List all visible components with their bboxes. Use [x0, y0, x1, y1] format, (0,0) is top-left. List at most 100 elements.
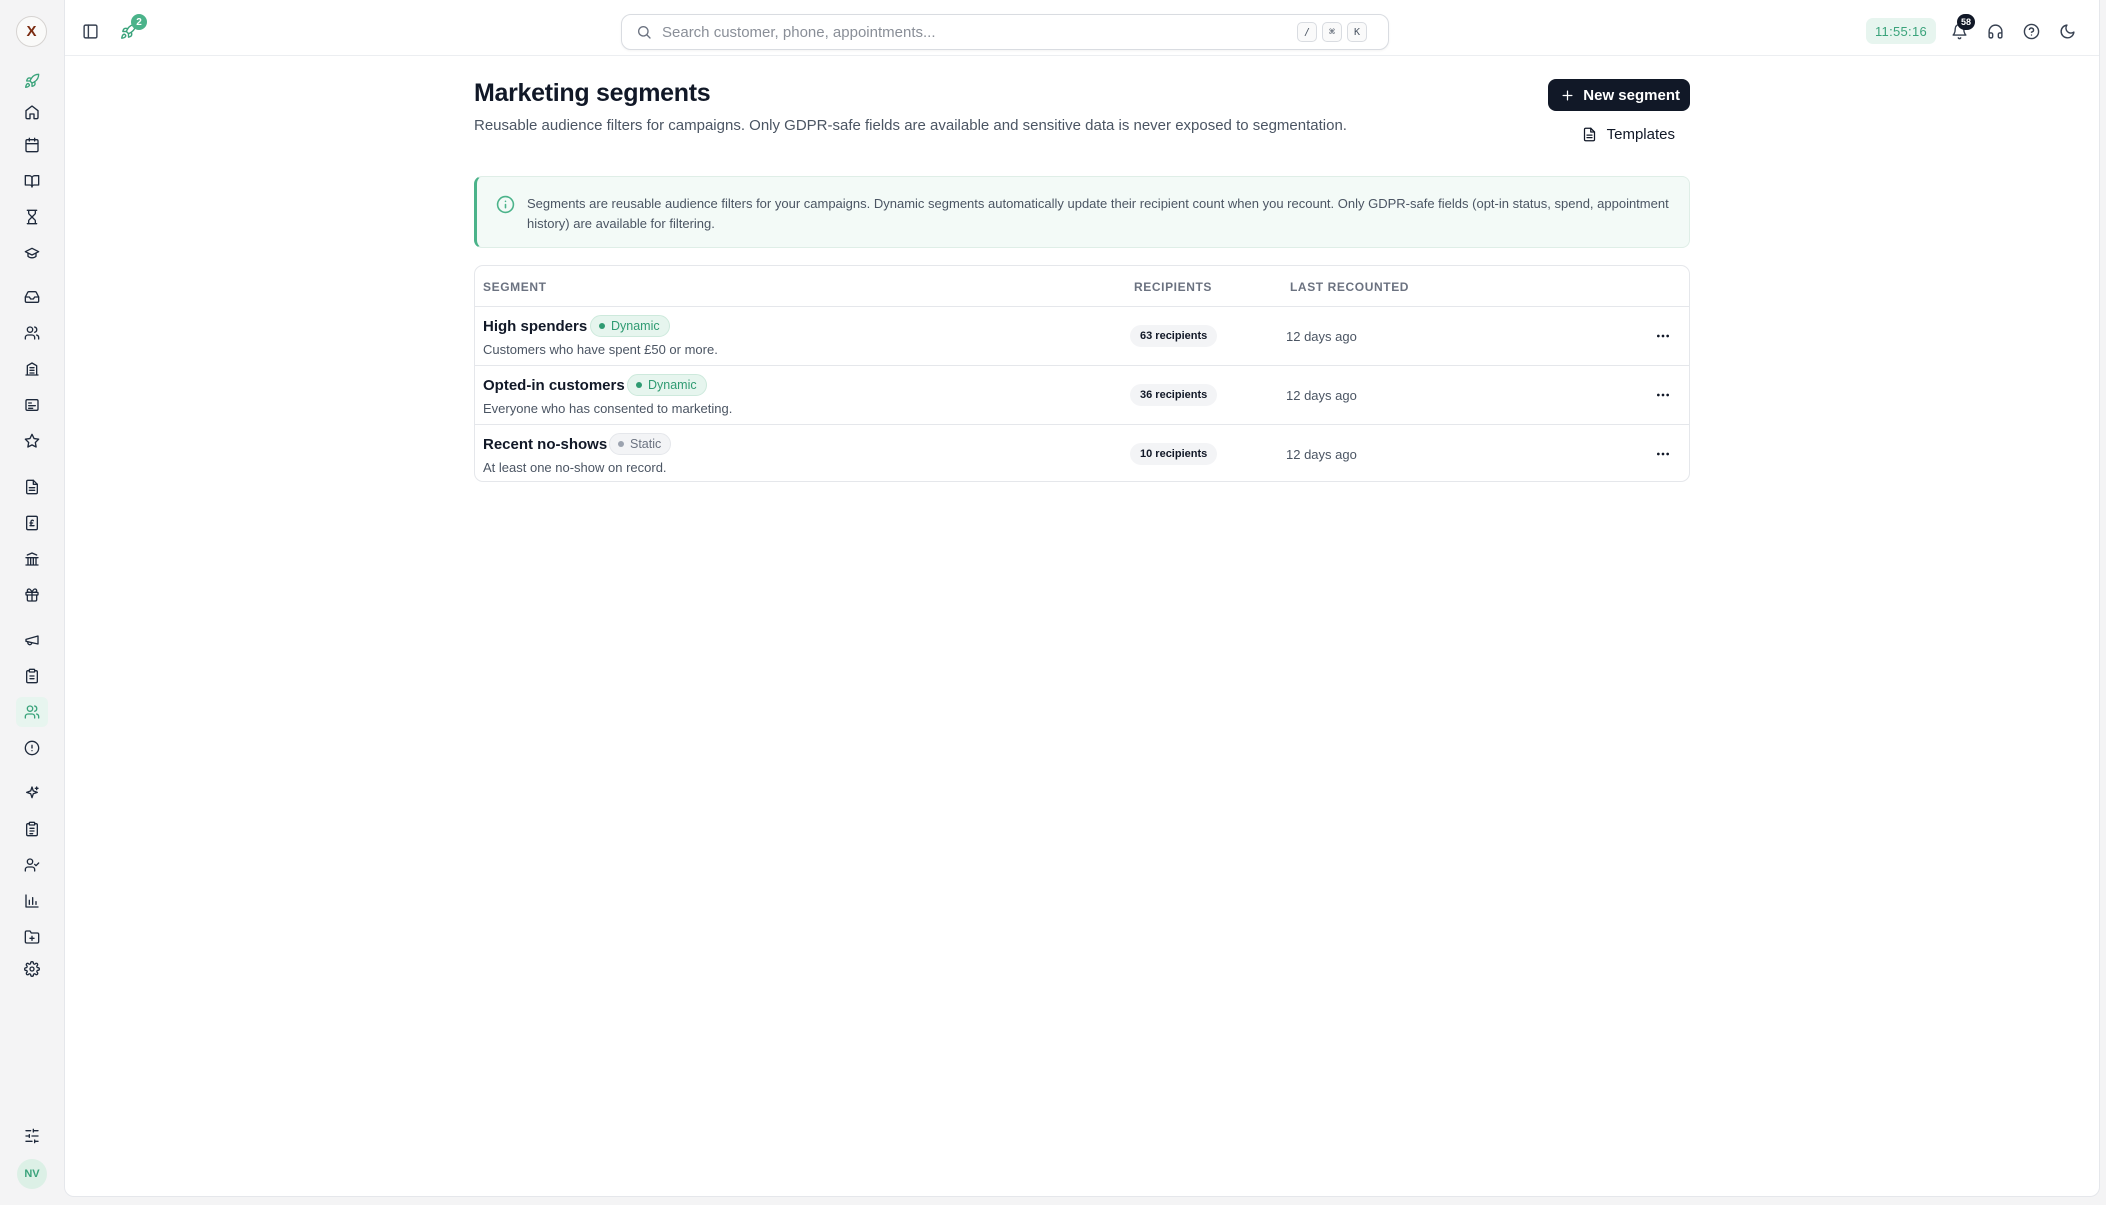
id-card-icon	[24, 397, 40, 413]
sidebar-item-reviews[interactable]	[16, 426, 48, 456]
more-horizontal-icon	[1657, 393, 1669, 397]
info-callout: Segments are reusable audience filters f…	[474, 176, 1690, 248]
search-input[interactable]	[662, 22, 1262, 42]
clock: 11:55:16	[1866, 18, 1936, 44]
table-row[interactable]: Opted-in customers Dynamic Everyone who …	[475, 366, 1689, 425]
sidebar-toggle-icon	[82, 23, 99, 40]
status-dot	[599, 323, 605, 329]
sidebar-item-getting-started[interactable]	[16, 66, 48, 96]
sidebar-item-inbox[interactable]	[16, 282, 48, 312]
shortcut-key-k: K	[1347, 22, 1367, 42]
alert-circle-icon	[24, 740, 40, 756]
home-icon	[24, 104, 40, 120]
sidebar-item-forms[interactable]	[16, 661, 48, 691]
column-header-recipients[interactable]: RECIPIENTS	[1134, 280, 1212, 294]
headset-icon	[1987, 23, 2004, 40]
row-actions-button[interactable]	[1649, 322, 1677, 350]
megaphone-icon	[24, 632, 40, 648]
segment-type-label: Dynamic	[611, 319, 660, 333]
bar-chart-icon	[24, 893, 40, 909]
last-recounted: 12 days ago	[1286, 329, 1357, 344]
new-segment-button[interactable]: New segment	[1548, 79, 1690, 111]
file-text-icon	[1582, 127, 1597, 142]
sidebar-item-preferences[interactable]	[16, 1121, 48, 1151]
toggle-sidebar-button[interactable]	[75, 16, 105, 46]
gift-icon	[24, 587, 40, 603]
more-horizontal-icon	[1657, 334, 1669, 338]
recipients-count: 36 recipients	[1130, 384, 1218, 406]
rocket-icon	[24, 73, 40, 89]
onboarding-count-badge: 2	[131, 14, 147, 30]
status-dot	[636, 382, 642, 388]
settings-icon	[24, 961, 40, 977]
clipboard-icon	[24, 668, 40, 684]
help-button[interactable]	[2016, 16, 2046, 46]
last-recounted: 12 days ago	[1286, 447, 1357, 462]
segment-type-badge: Dynamic	[590, 315, 670, 337]
info-icon	[496, 195, 515, 214]
search-icon	[636, 24, 652, 40]
segments-table: SEGMENT RECIPIENTS LAST RECOUNTED High s…	[474, 265, 1690, 482]
templates-button[interactable]: Templates	[1582, 119, 1675, 149]
templates-label: Templates	[1606, 125, 1675, 143]
page-subtitle: Reusable audience filters for campaigns.…	[474, 117, 1347, 134]
app-logo[interactable]: X	[16, 16, 47, 47]
column-header-last-recounted[interactable]: LAST RECOUNTED	[1290, 280, 1409, 294]
recipients-count: 63 recipients	[1130, 325, 1218, 347]
row-actions-button[interactable]	[1649, 440, 1677, 468]
sidebar-item-bookings[interactable]	[16, 166, 48, 196]
sidebar-item-reports-list[interactable]	[16, 814, 48, 844]
segment-type-badge: Dynamic	[627, 374, 707, 396]
segment-name[interactable]: High spenders	[483, 318, 587, 335]
pound-receipt-icon	[24, 515, 40, 531]
moon-icon	[2059, 23, 2076, 40]
sidebar-item-analytics[interactable]	[16, 886, 48, 916]
sidebar-item-waitlist[interactable]	[16, 202, 48, 232]
notifications-count-badge: 58	[1957, 14, 1976, 30]
sidebar-item-automations[interactable]	[16, 778, 48, 808]
calendar-icon	[24, 137, 40, 153]
sidebar-item-training[interactable]	[16, 238, 48, 268]
segment-type-badge: Static	[609, 433, 672, 455]
segment-name[interactable]: Opted-in customers	[483, 377, 625, 394]
sidebar-item-home[interactable]	[16, 97, 48, 127]
sidebar-item-campaigns[interactable]	[16, 625, 48, 655]
support-button[interactable]	[1980, 16, 2010, 46]
sidebar-item-calendar[interactable]	[16, 130, 48, 160]
user-avatar[interactable]: NV	[17, 1159, 47, 1189]
sidebar-item-documents[interactable]	[16, 472, 48, 502]
segment-type-label: Static	[630, 437, 662, 451]
users-icon	[24, 325, 40, 341]
sidebar-item-payments[interactable]	[16, 544, 48, 574]
sidebar-item-gift-cards[interactable]	[16, 580, 48, 610]
table-row[interactable]: High spenders Dynamic Customers who have…	[475, 307, 1689, 366]
theme-toggle-button[interactable]	[2052, 16, 2082, 46]
segment-description: At least one no-show on record.	[483, 460, 667, 475]
plus-icon	[1560, 88, 1575, 103]
segment-description: Everyone who has consented to marketing.	[483, 401, 733, 416]
folder-icon	[24, 929, 40, 945]
sidebar-item-staff[interactable]	[16, 390, 48, 420]
sidebar-item-invoices[interactable]	[16, 508, 48, 538]
main-panel: 2 / ⌘ K 11:55:16 58 Marketing segments R…	[64, 0, 2100, 1197]
sliders-icon	[24, 1128, 40, 1144]
star-icon	[24, 433, 40, 449]
table-header: SEGMENT RECIPIENTS LAST RECOUNTED	[475, 266, 1689, 307]
segment-name[interactable]: Recent no-shows	[483, 436, 607, 453]
book-open-icon	[24, 173, 40, 189]
sidebar-item-locations[interactable]	[16, 354, 48, 384]
help-circle-icon	[2023, 23, 2040, 40]
global-search[interactable]: / ⌘ K	[621, 14, 1389, 50]
sidebar-item-settings[interactable]	[16, 954, 48, 984]
row-actions-button[interactable]	[1649, 381, 1677, 409]
sparkles-icon	[24, 785, 40, 801]
users-segments-icon	[24, 704, 40, 720]
sidebar-item-alerts[interactable]	[16, 733, 48, 763]
table-row[interactable]: Recent no-shows Static At least one no-s…	[475, 425, 1689, 481]
sidebar-item-files[interactable]	[16, 922, 48, 952]
sidebar-item-customers[interactable]	[16, 318, 48, 348]
sidebar-item-segments[interactable]	[16, 697, 48, 727]
more-horizontal-icon	[1657, 452, 1669, 456]
sidebar-item-team[interactable]	[16, 850, 48, 880]
column-header-segment[interactable]: SEGMENT	[483, 280, 547, 294]
